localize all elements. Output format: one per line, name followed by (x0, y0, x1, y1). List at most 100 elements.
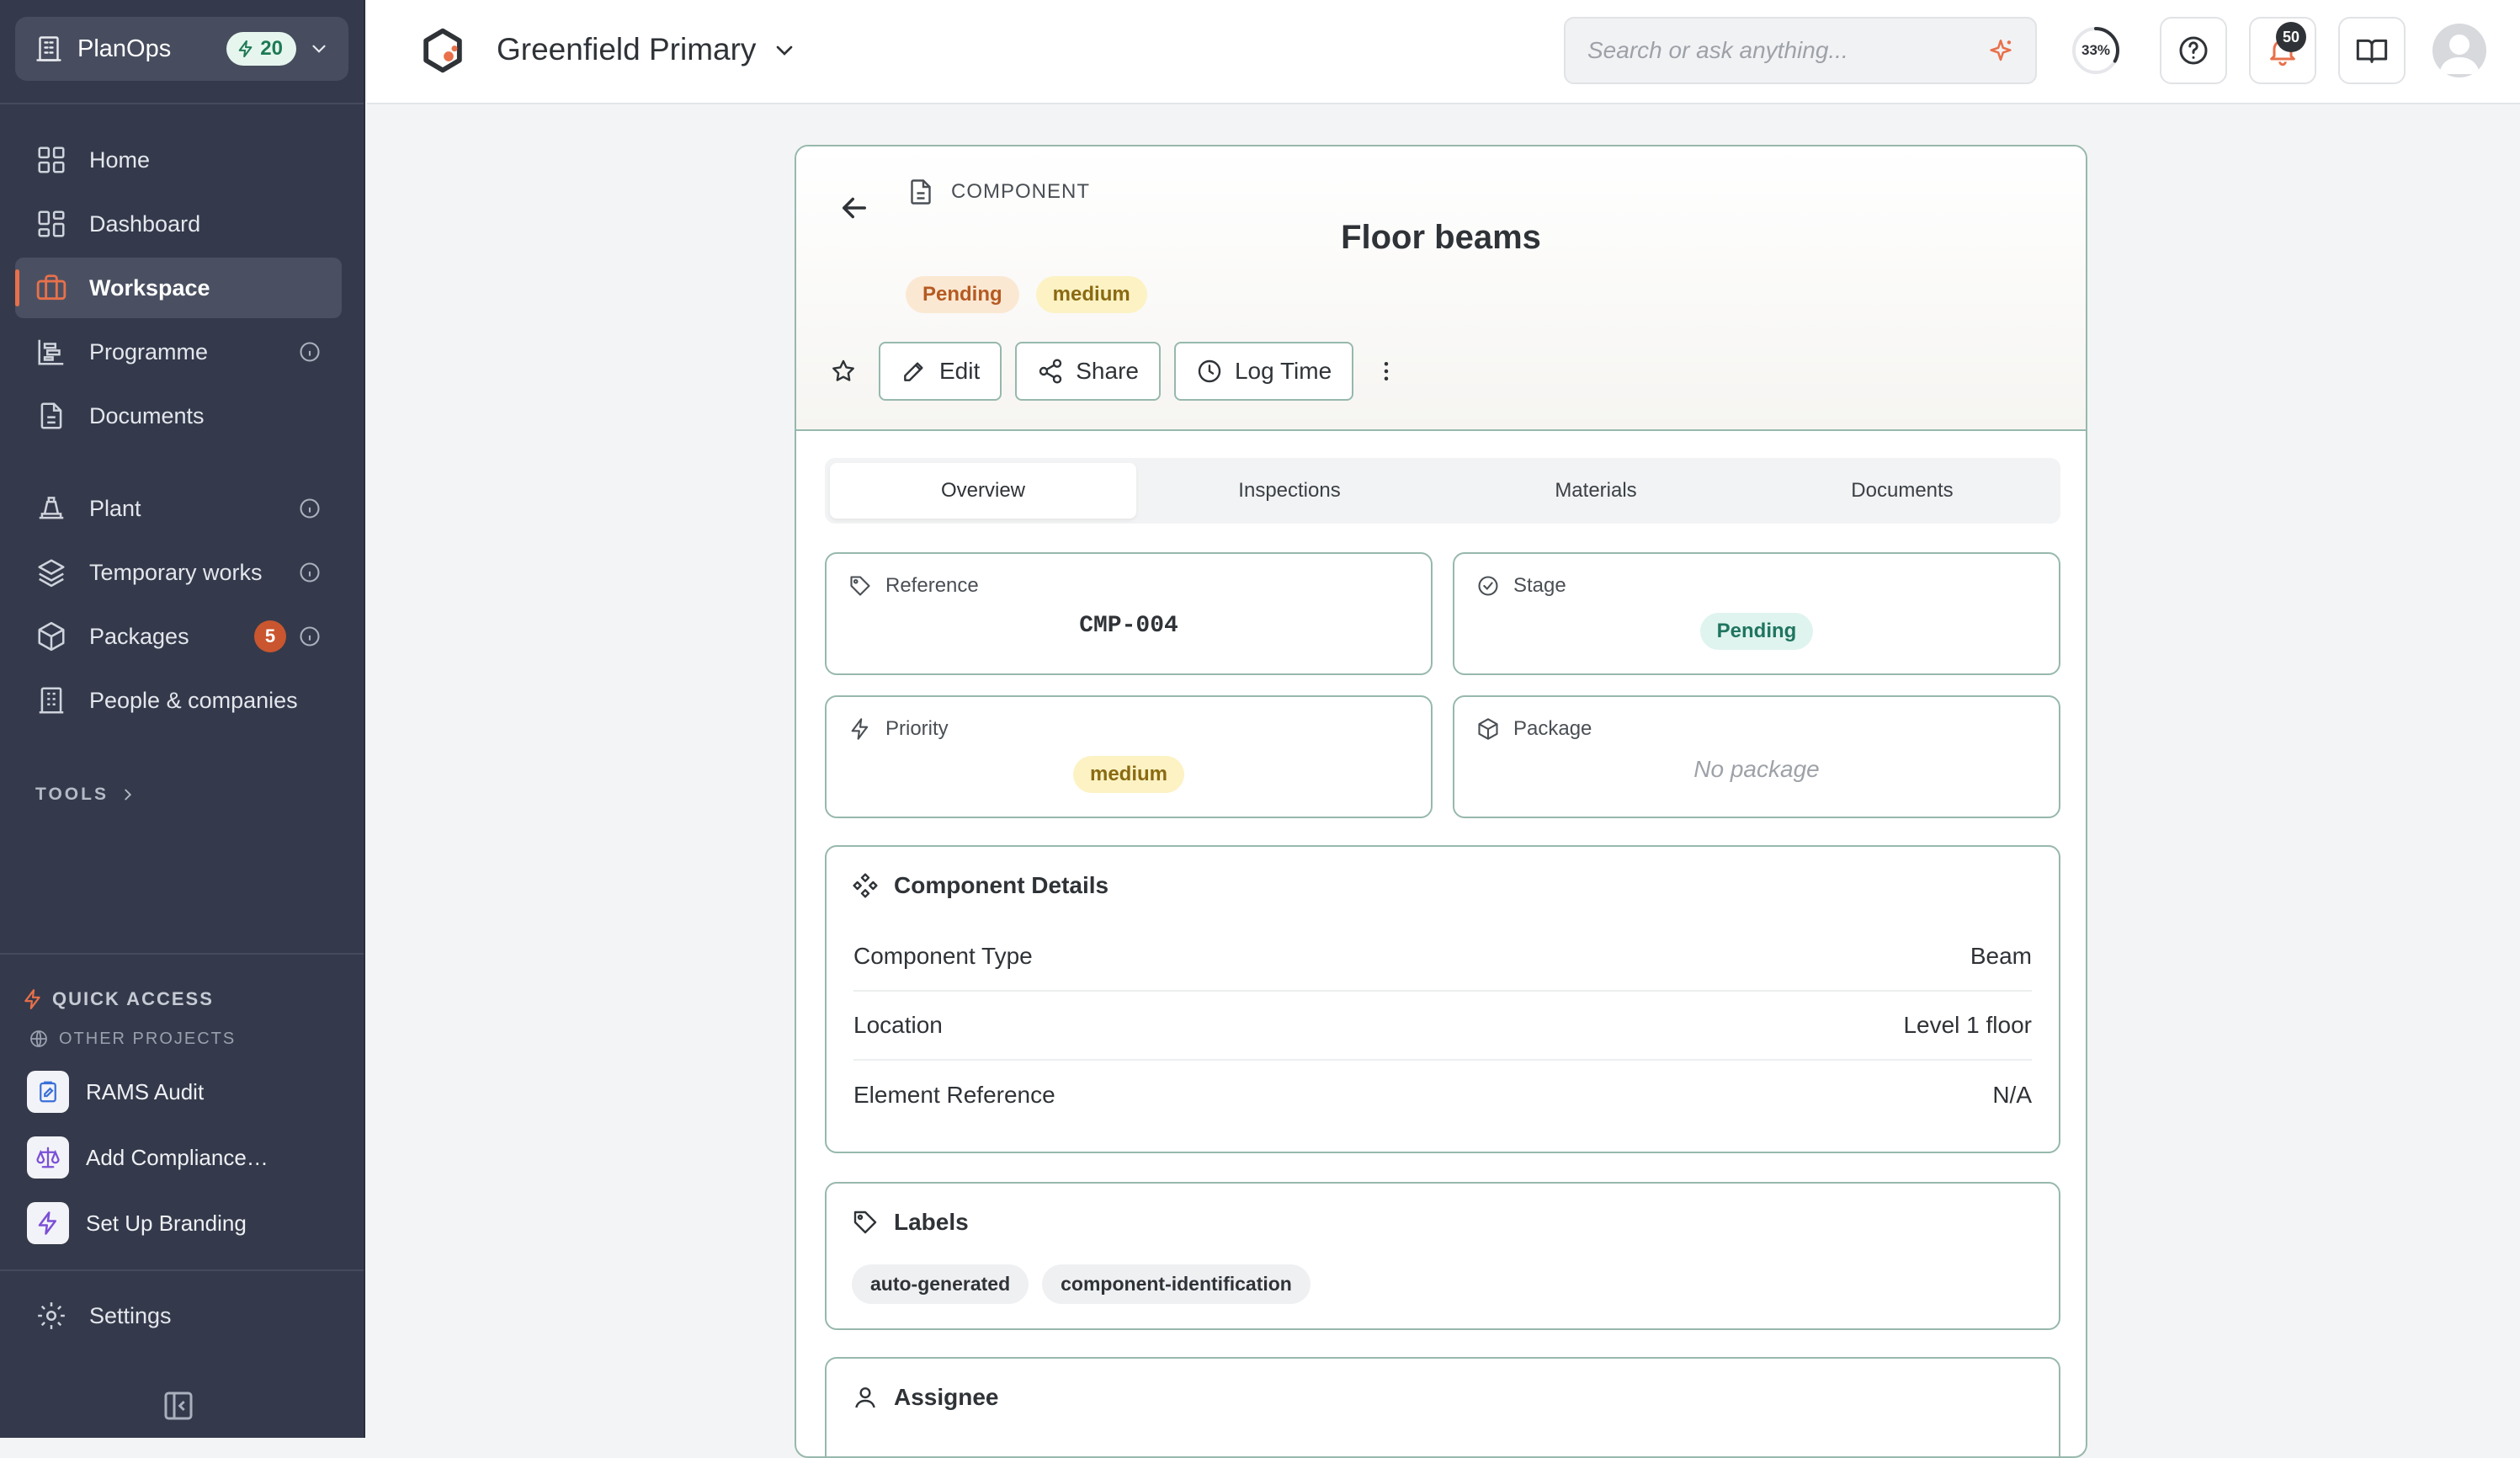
bolt-icon (38, 1211, 56, 1235)
notifications-button[interactable]: 50 (2249, 17, 2316, 84)
sidebar-item-documents[interactable]: Documents (15, 386, 342, 446)
sidebar-item-plant[interactable]: Plant (15, 478, 342, 539)
layers-icon (38, 559, 65, 588)
user-avatar[interactable] (2432, 24, 2486, 77)
package-label: Package (1513, 717, 1592, 740)
info-icon[interactable] (298, 625, 322, 648)
user-icon (855, 1387, 875, 1408)
org-switcher[interactable]: PlanOps 20 (15, 17, 348, 81)
quick-item-set-up-branding[interactable]: Set Up Branding (27, 1190, 364, 1256)
settings-label: Settings (89, 1302, 172, 1328)
progress-ring[interactable]: 33% (2071, 25, 2121, 76)
document-icon (40, 402, 62, 429)
quick-item-rams-audit[interactable]: RAMS Audit (27, 1059, 364, 1125)
quick-access-section: QUICK ACCESS OTHER PROJECTS RAMS Audit A… (0, 953, 364, 1256)
favorite-button[interactable] (821, 349, 865, 393)
labels-title: Labels (852, 1209, 969, 1236)
sidebar: PlanOps 20 Home Dashboard Workspace Prog… (0, 0, 365, 1438)
labels-heading: Labels (894, 1209, 969, 1235)
sidebar-item-programme[interactable]: Programme (15, 322, 342, 382)
tag-icon (853, 1211, 877, 1234)
sidebar-item-people-companies[interactable]: People & companies (15, 670, 342, 731)
tab-overview[interactable]: Overview (830, 463, 1136, 519)
log-time-button[interactable]: Log Time (1173, 342, 1354, 401)
tab-materials[interactable]: Materials (1443, 463, 1749, 519)
briefcase-icon (36, 274, 66, 301)
sparkle-icon[interactable] (1986, 37, 2015, 66)
assignee-heading: Assignee (894, 1384, 999, 1410)
assignee-title: Assignee (852, 1384, 999, 1411)
record-type: COMPONENT (906, 177, 1090, 207)
priority-badge: medium (1035, 276, 1147, 313)
scale-icon (36, 1147, 60, 1168)
sidebar-item-label: Packages (89, 623, 189, 649)
quick-item-tile (27, 1071, 69, 1113)
sidebar-item-home[interactable]: Home (15, 130, 342, 190)
sidebar-item-label: Home (89, 146, 151, 173)
app-logo-icon[interactable] (419, 27, 466, 74)
help-button[interactable] (2160, 17, 2227, 84)
org-name: PlanOps (77, 35, 172, 62)
other-projects-header: OTHER PROJECTS (29, 1029, 364, 1049)
detail-value: Beam (1970, 943, 2032, 969)
sidebar-item-settings[interactable]: Settings (0, 1269, 364, 1360)
chevron-down-icon (312, 45, 326, 53)
clock-icon (1198, 359, 1221, 383)
detail-label: Element Reference (853, 1082, 1055, 1108)
guide-button[interactable] (2338, 17, 2406, 84)
priority-value-badge: medium (1072, 756, 1184, 793)
sidebar-item-packages[interactable]: Packages 5 (15, 606, 342, 667)
reference-label: Reference (885, 574, 979, 597)
labels-section: Labels auto-generated component-identifi… (825, 1182, 2060, 1330)
sidebar-item-temporary-works[interactable]: Temporary works (15, 542, 342, 603)
bolt-icon (238, 40, 253, 58)
programme-icon (38, 339, 64, 365)
packages-count-badge: 5 (254, 620, 286, 652)
search-input[interactable] (1586, 34, 1973, 67)
detail-value: N/A (1992, 1082, 2032, 1108)
share-button[interactable]: Share (1015, 342, 1161, 401)
tab-inspections[interactable]: Inspections (1136, 463, 1443, 519)
credits-badge[interactable]: 20 (226, 32, 296, 66)
tools-toggle[interactable]: TOOLS (35, 785, 364, 805)
reference-box: Reference CMP-004 (825, 552, 1433, 675)
tab-documents[interactable]: Documents (1749, 463, 2055, 519)
more-actions-button[interactable] (1367, 346, 1406, 396)
project-name[interactable]: Greenfield Primary (497, 32, 756, 67)
globe-icon (30, 1030, 47, 1047)
label-chip[interactable]: auto-generated (852, 1264, 1029, 1304)
detail-row: Component Type Beam (853, 923, 2032, 992)
edit-button[interactable]: Edit (879, 342, 1002, 401)
quick-access-label: QUICK ACCESS (52, 988, 214, 1009)
check-circle-icon (1478, 576, 1498, 596)
sidebar-item-label: Programme (89, 338, 209, 364)
sidebar-item-label: Documents (89, 402, 205, 428)
info-icon[interactable] (298, 340, 322, 364)
components-icon (853, 873, 878, 898)
share-icon (1039, 359, 1062, 384)
chevron-down-icon[interactable] (771, 37, 798, 64)
quick-item-label: Add Compliance… (86, 1144, 268, 1170)
plant-icon (39, 497, 64, 519)
tools-label: TOOLS (35, 785, 109, 804)
sidebar-item-dashboard[interactable]: Dashboard (15, 194, 342, 254)
search-box[interactable] (1564, 17, 2037, 84)
info-icon[interactable] (298, 497, 322, 520)
sidebar-item-workspace[interactable]: Workspace (15, 258, 342, 318)
record-tabs: Overview Inspections Materials Documents (825, 458, 2060, 524)
progress-percent: 33% (2081, 42, 2111, 58)
bolt-icon (851, 718, 869, 740)
info-icon[interactable] (298, 561, 322, 584)
quick-item-add-compliance[interactable]: Add Compliance… (27, 1125, 364, 1190)
more-vertical-icon (1384, 362, 1389, 380)
label-chip[interactable]: component-identification (1042, 1264, 1311, 1304)
help-icon (2179, 36, 2208, 65)
reference-field-label: Reference (848, 574, 979, 598)
sidebar-collapse-icon[interactable] (162, 1389, 195, 1423)
sidebar-nav: Home Dashboard Workspace Programme Docum… (0, 104, 364, 805)
component-record-card: COMPONENT Floor beams Pending medium Edi… (795, 145, 2087, 1458)
package-icon (38, 621, 65, 652)
quick-item-tile (27, 1136, 69, 1179)
sidebar-item-label: Workspace (89, 274, 210, 301)
